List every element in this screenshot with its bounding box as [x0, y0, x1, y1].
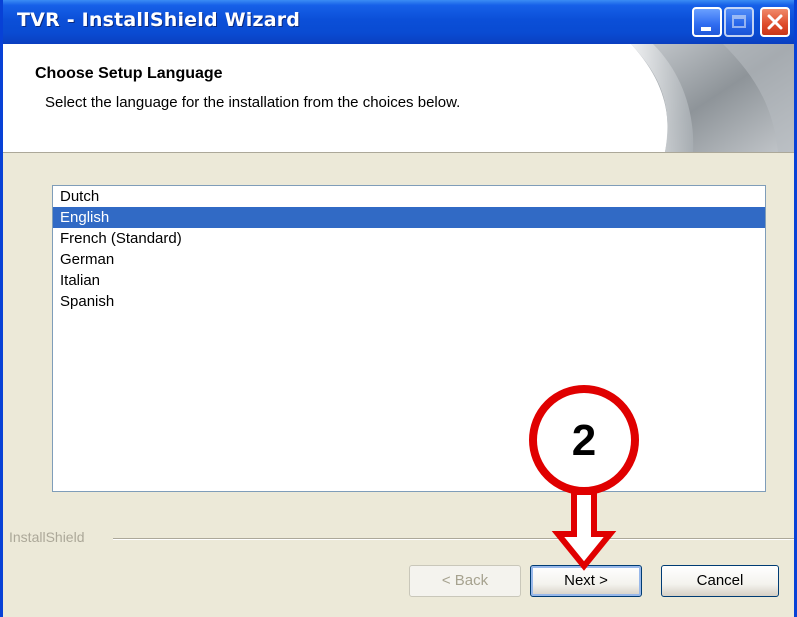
language-option-italian[interactable]: Italian — [53, 270, 765, 291]
close-button[interactable] — [760, 7, 790, 37]
language-option-german[interactable]: German — [53, 249, 765, 270]
language-option-dutch[interactable]: Dutch — [53, 186, 765, 207]
language-option-english[interactable]: English — [53, 207, 765, 228]
wizard-header: Choose Setup Language Select the languag… — [3, 44, 794, 153]
language-option-spanish[interactable]: Spanish — [53, 291, 765, 312]
language-option-french[interactable]: French (Standard) — [53, 228, 765, 249]
maximize-button[interactable] — [724, 7, 754, 37]
maximize-icon — [732, 15, 746, 28]
back-button[interactable]: < Back — [409, 565, 521, 597]
installshield-wizard-window: TVR - InstallShield Wizard Choose Setup … — [0, 0, 797, 617]
footer-divider — [113, 538, 794, 540]
close-icon — [767, 14, 783, 30]
language-listbox[interactable]: Dutch English French (Standard) German I… — [52, 185, 766, 492]
page-subtitle: Select the language for the installation… — [45, 94, 461, 111]
installshield-brand: InstallShield — [9, 529, 91, 545]
cancel-button[interactable]: Cancel — [661, 565, 779, 597]
minimize-icon — [701, 27, 711, 31]
title-bar[interactable]: TVR - InstallShield Wizard — [3, 0, 794, 44]
next-button[interactable]: Next > — [530, 565, 642, 597]
page-title: Choose Setup Language — [35, 65, 223, 82]
window-title: TVR - InstallShield Wizard — [17, 9, 301, 31]
page-curl-graphic — [631, 44, 794, 152]
minimize-button[interactable] — [692, 7, 722, 37]
